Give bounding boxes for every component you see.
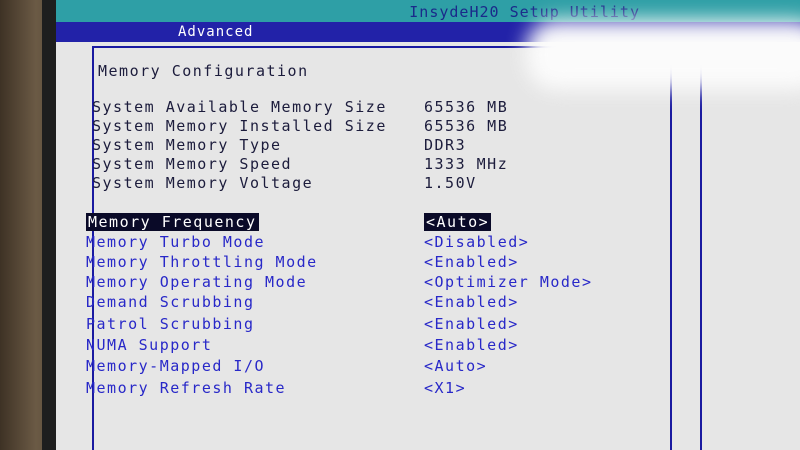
- app-title: InsydeH20 Setup Utility: [409, 3, 640, 21]
- setting-label-memory-throttling-mode[interactable]: Memory Throttling Mode: [86, 253, 318, 271]
- info-value-available-size: 65536 MB: [424, 98, 509, 116]
- info-value-memory-speed: 1333 MHz: [424, 155, 509, 173]
- setting-label-demand-scrubbing[interactable]: Demand Scrubbing: [86, 293, 255, 311]
- help-panel: [672, 46, 702, 450]
- setting-label-memory-turbo-mode[interactable]: Memory Turbo Mode: [86, 233, 265, 251]
- page-title: Memory Configuration: [98, 62, 309, 80]
- info-value-installed-size: 65536 MB: [424, 117, 509, 135]
- setting-value-demand-scrubbing[interactable]: <Enabled>: [424, 293, 519, 311]
- setting-label-memory-operating-mode[interactable]: Memory Operating Mode: [86, 273, 307, 291]
- setting-value-memory-refresh-rate[interactable]: <X1>: [424, 379, 466, 397]
- info-label-memory-speed: System Memory Speed: [92, 155, 293, 173]
- setting-value-memory-mapped-io[interactable]: <Auto>: [424, 357, 487, 375]
- screen-glare: [526, 20, 800, 90]
- setting-value-memory-turbo-mode[interactable]: <Disabled>: [424, 233, 529, 251]
- title-bar: InsydeH20 Setup Utility: [56, 0, 800, 22]
- setting-value-numa-support[interactable]: <Enabled>: [424, 336, 519, 354]
- info-label-installed-size: System Memory Installed Size: [92, 117, 387, 135]
- setting-value-memory-frequency[interactable]: <Auto>: [424, 213, 492, 231]
- setting-label-memory-refresh-rate[interactable]: Memory Refresh Rate: [86, 379, 286, 397]
- info-label-memory-voltage: System Memory Voltage: [92, 174, 314, 192]
- setting-label-memory-frequency[interactable]: Memory Frequency: [86, 213, 259, 231]
- info-value-memory-voltage: 1.50V: [424, 174, 477, 192]
- setting-value-memory-operating-mode[interactable]: <Optimizer Mode>: [424, 273, 593, 291]
- setting-label-memory-mapped-io[interactable]: Memory-Mapped I/O: [86, 357, 265, 375]
- setting-value-memory-throttling-mode[interactable]: <Enabled>: [424, 253, 519, 271]
- info-label-available-size: System Available Memory Size: [92, 98, 387, 116]
- setting-label-numa-support[interactable]: NUMA Support: [86, 336, 212, 354]
- tab-advanced[interactable]: Advanced: [172, 23, 260, 41]
- setting-value-patrol-scrubbing[interactable]: <Enabled>: [424, 315, 519, 333]
- info-value-memory-type: DDR3: [424, 136, 467, 154]
- info-label-memory-type: System Memory Type: [92, 136, 282, 154]
- setting-label-patrol-scrubbing[interactable]: Patrol Scrubbing: [86, 315, 255, 333]
- bios-screen: InsydeH20 Setup Utility Advanced Memory …: [56, 0, 800, 450]
